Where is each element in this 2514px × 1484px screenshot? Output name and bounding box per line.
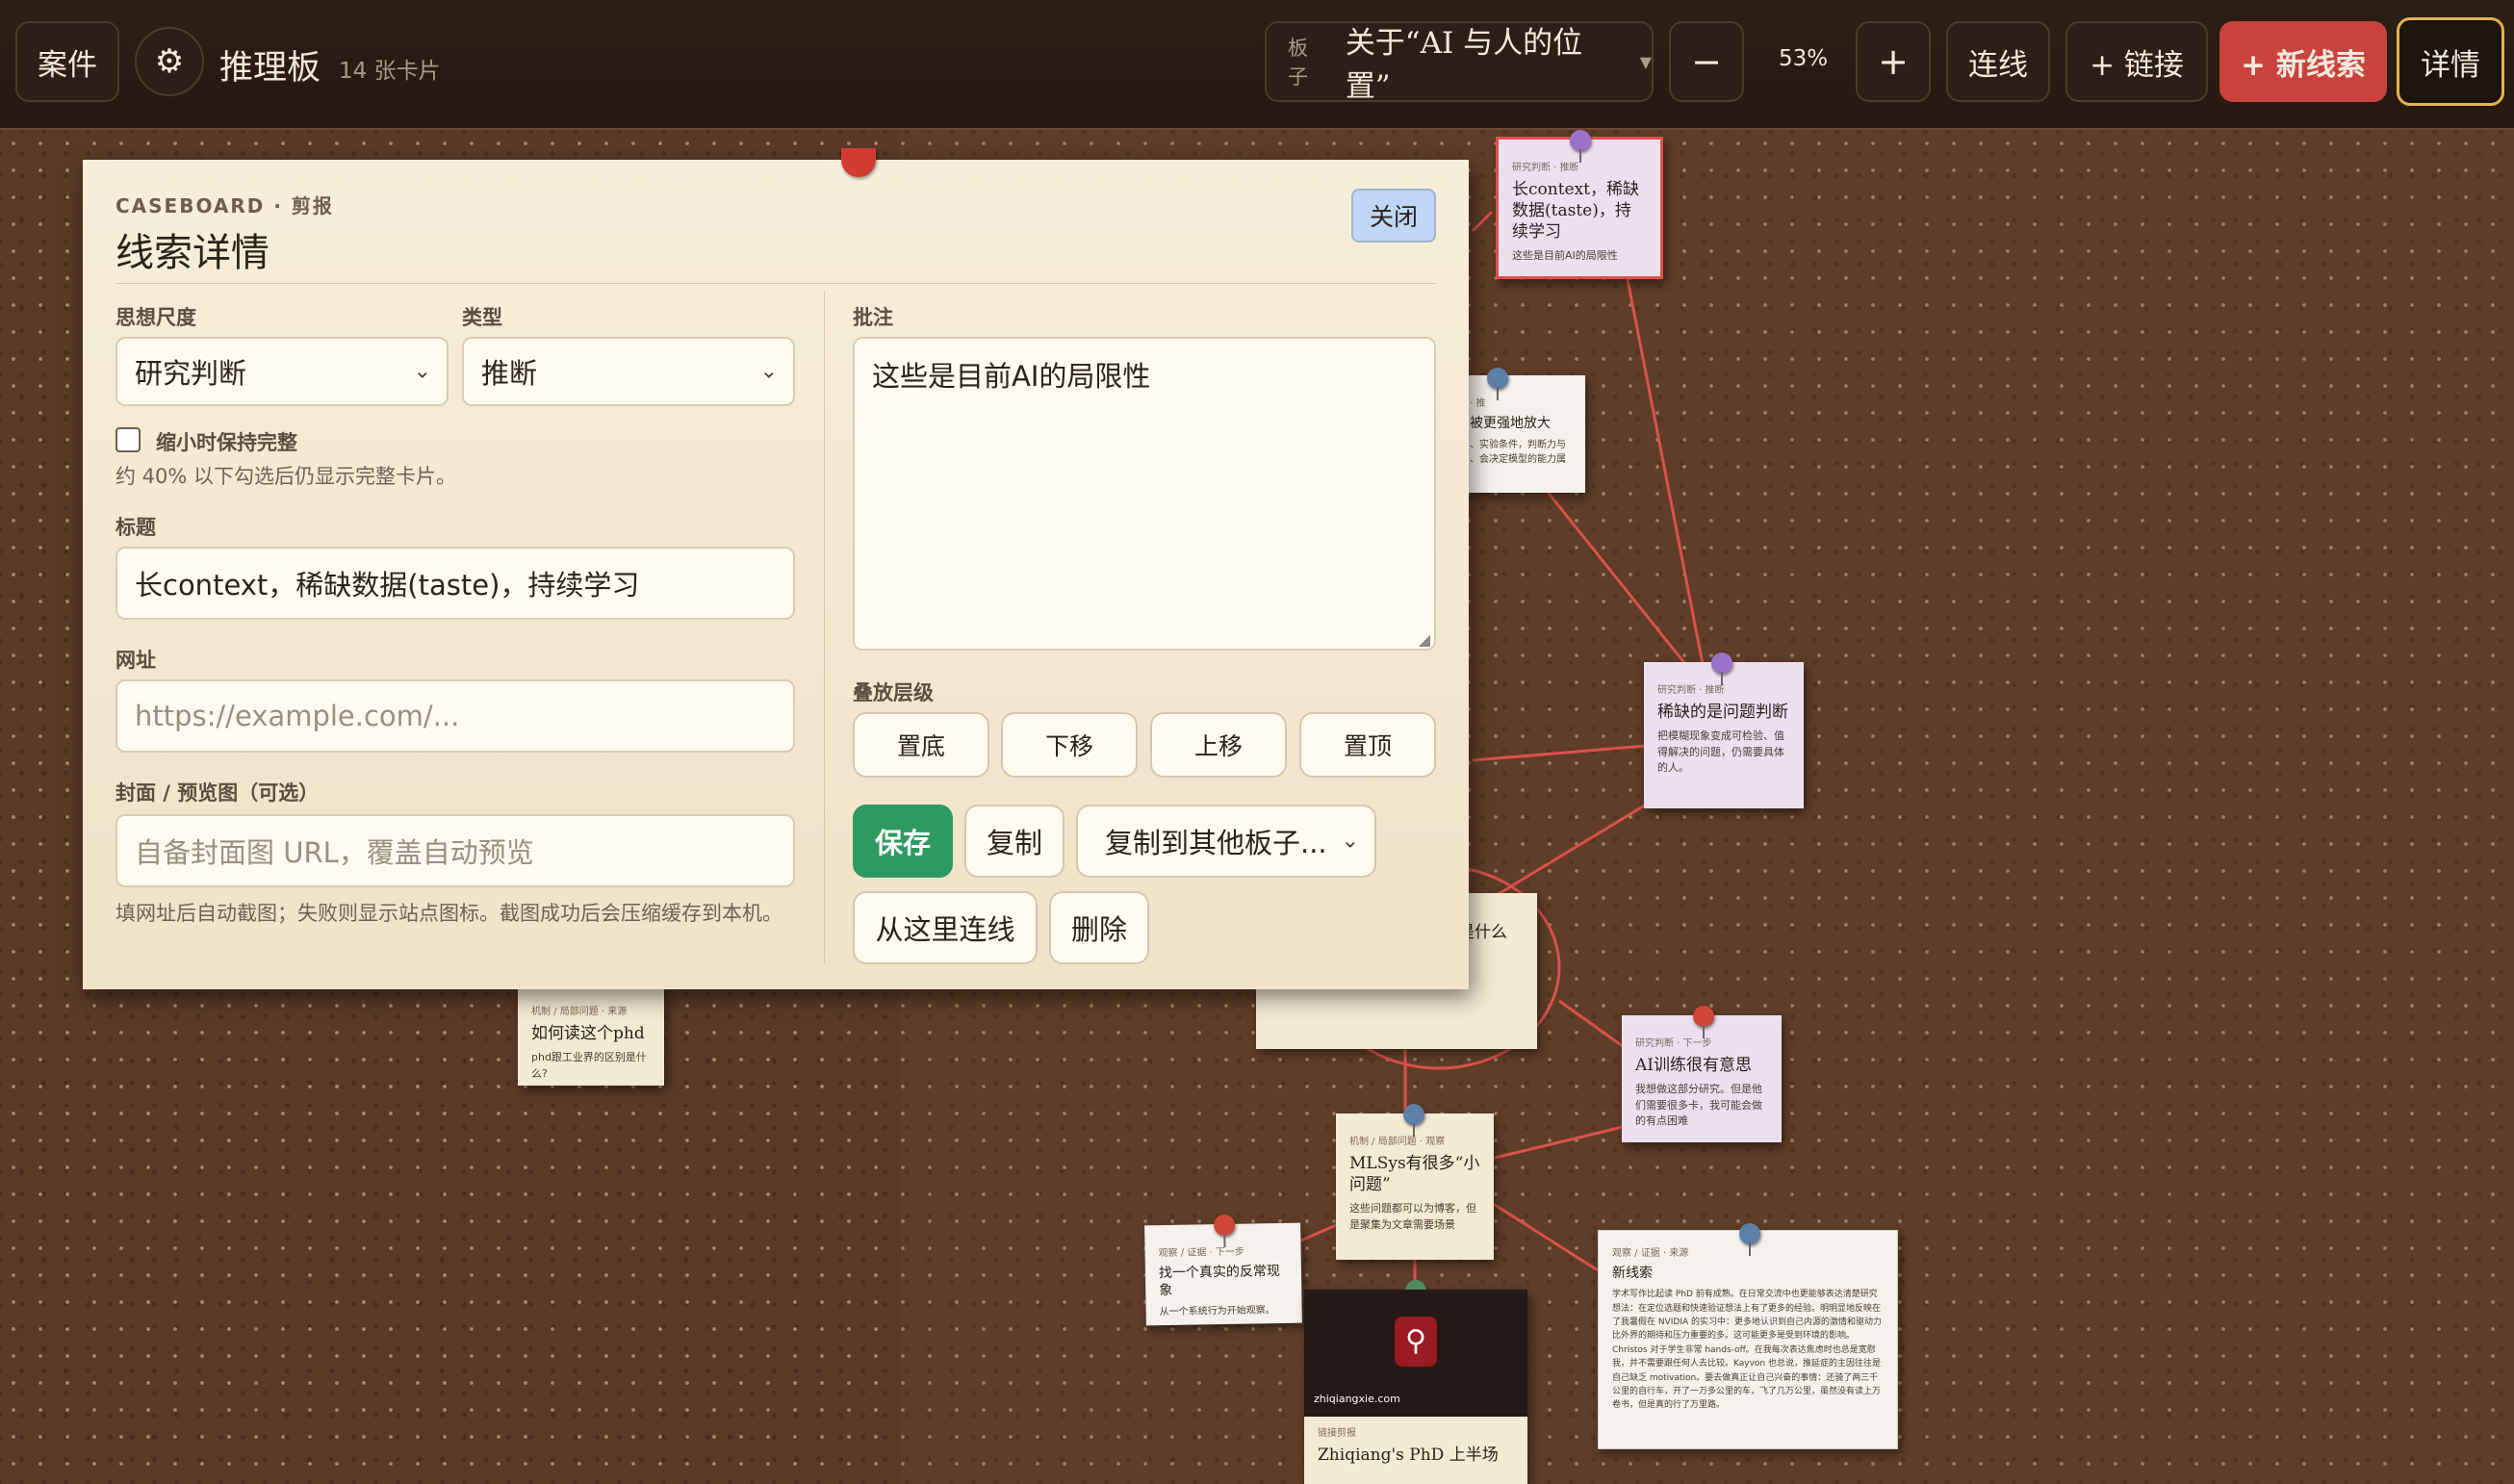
- pushpin-icon: [841, 148, 876, 177]
- column-divider: [824, 291, 825, 964]
- chevron-down-icon: ▼: [1639, 52, 1652, 71]
- connect-button[interactable]: 连线: [1946, 21, 2050, 102]
- title-label: 标题: [115, 516, 156, 539]
- resize-handle-icon[interactable]: ◢: [1419, 630, 1430, 649]
- close-button[interactable]: 关闭: [1351, 189, 1436, 243]
- url-label: 网址: [115, 649, 156, 672]
- save-button[interactable]: 保存: [853, 805, 953, 878]
- note-textarea[interactable]: 这些是目前AI的局限性 ◢: [853, 337, 1436, 651]
- clue-card-problem-judgment[interactable]: 研究判断 · 推断 稀缺的是问题判断 把模糊现象变成可检验、值得解决的问题，仍需…: [1644, 652, 1804, 808]
- keep-full-hint: 约 40% 以下勾选后仍显示完整卡片。: [115, 465, 457, 488]
- pin-icon: [1213, 1214, 1236, 1237]
- pin-icon: [1711, 652, 1732, 685]
- panel-eyebrow: CASEBOARD · 剪报: [115, 194, 334, 217]
- cover-label: 封面 / 预览图（可选）: [115, 781, 320, 805]
- cover-input[interactable]: 自备封面图 URL，覆盖自动预览: [115, 814, 795, 887]
- type-label: 类型: [462, 306, 502, 329]
- clue-detail-panel: CASEBOARD · 剪报 线索详情 关闭 思想尺度 研究判断 ⌄ 类型 推断…: [83, 148, 1469, 989]
- clue-card-limitations[interactable]: 研究判断 · 推断 长context，稀缺数据(taste)，持续学习 这些是目…: [1496, 130, 1663, 279]
- layer-bottom-button[interactable]: 置底: [853, 712, 989, 778]
- keep-full-checkbox[interactable]: [115, 427, 141, 452]
- new-clue-button[interactable]: + 新线索: [2219, 21, 2387, 102]
- copy-button[interactable]: 复制: [964, 805, 1065, 878]
- layer-up-button[interactable]: 上移: [1150, 712, 1287, 778]
- chevron-down-icon: ⌄: [759, 359, 778, 384]
- delete-button[interactable]: 删除: [1049, 891, 1149, 964]
- clue-card-mlsys[interactable]: 机制 / 局部问题 · 观察 MLSys有很多“小问题” 这些问题都可以为博客，…: [1336, 1104, 1494, 1260]
- chevron-down-icon: ⌄: [1341, 829, 1359, 854]
- settings-button[interactable]: ⚙: [135, 27, 204, 96]
- type-select[interactable]: 推断 ⌄: [462, 337, 795, 406]
- scale-select[interactable]: 研究判断 ⌄: [115, 337, 449, 406]
- zoom-in-button[interactable]: +: [1856, 21, 1931, 102]
- panel-title: 线索详情: [115, 231, 269, 275]
- clue-card-amplified[interactable]: · 推 被更强地放大 、实验条件，判断力与 、会决定模型的能力属: [1458, 368, 1585, 493]
- chevron-down-icon: ⌄: [413, 359, 431, 384]
- zoom-level: 53%: [1779, 46, 1829, 71]
- pin-icon: [1693, 1006, 1714, 1038]
- title-input[interactable]: 长context，稀缺数据(taste)，持续学习: [115, 547, 795, 620]
- copy-to-board-select[interactable]: 复制到其他板子... ⌄: [1076, 805, 1376, 878]
- layer-down-button[interactable]: 下移: [1001, 712, 1138, 778]
- note-label: 批注: [853, 306, 893, 329]
- pin-icon: [1403, 1104, 1424, 1137]
- add-link-button[interactable]: + 链接: [2065, 21, 2208, 102]
- pin-icon: [1487, 368, 1508, 400]
- card-count: 14 张卡片: [339, 59, 441, 84]
- layer-top-button[interactable]: 置顶: [1299, 712, 1436, 778]
- clue-card-phd[interactable]: 机制 / 局部问题 · 来源 如何读这个phd phd跟工业界的区别是什么?: [518, 984, 664, 1086]
- connect-from-here-button[interactable]: 从这里连线: [853, 891, 1038, 964]
- pin-icon: [1739, 1223, 1760, 1256]
- clue-card-new[interactable]: 观察 / 证据 · 来源 新线索 学术写作比起读 PhD 前有成熟。在日常交流中…: [1598, 1223, 1898, 1449]
- divider: [115, 283, 1436, 284]
- link-card-phd-blog[interactable]: ⚲ zhiqiangxie.com 链接剪报 Zhiqiang's PhD 上半…: [1304, 1280, 1527, 1484]
- board-title: 推理板: [219, 49, 321, 88]
- site-favicon-icon: ⚲: [1395, 1317, 1437, 1367]
- scale-label: 思想尺度: [115, 306, 196, 329]
- layer-label: 叠放层级: [853, 681, 934, 704]
- clue-card-anomaly[interactable]: 观察 / 证据 · 下一步 找一个真实的反常现象 从一个系统行为开始观察。: [1144, 1214, 1302, 1326]
- keep-full-label: 缩小时保持完整: [156, 431, 297, 454]
- cases-button[interactable]: 案件: [15, 21, 119, 102]
- zoom-out-button[interactable]: −: [1669, 21, 1744, 102]
- link-preview: ⚲ zhiqiangxie.com: [1304, 1290, 1527, 1417]
- pin-icon: [1570, 130, 1591, 163]
- cover-hint: 填网址后自动截图；失败则显示站点图标。截图成功后会压缩缓存到本机。: [115, 902, 782, 925]
- url-input[interactable]: https://example.com/...: [115, 679, 795, 753]
- board-select[interactable]: 板子 关于“AI 与人的位置” ▼: [1265, 21, 1654, 104]
- link-site: zhiqiangxie.com: [1314, 1393, 1400, 1405]
- clue-card-ai-training[interactable]: 研究判断 · 下一步 AI训练很有意思 我想做这部分研究。但是他们需要很多卡，我…: [1622, 1006, 1782, 1142]
- details-button[interactable]: 详情: [2397, 17, 2504, 106]
- top-toolbar: 案件 ⚙ 推理板 14 张卡片 板子 关于“AI 与人的位置” ▼ − 53% …: [0, 0, 2514, 130]
- gear-icon: ⚙: [154, 42, 185, 81]
